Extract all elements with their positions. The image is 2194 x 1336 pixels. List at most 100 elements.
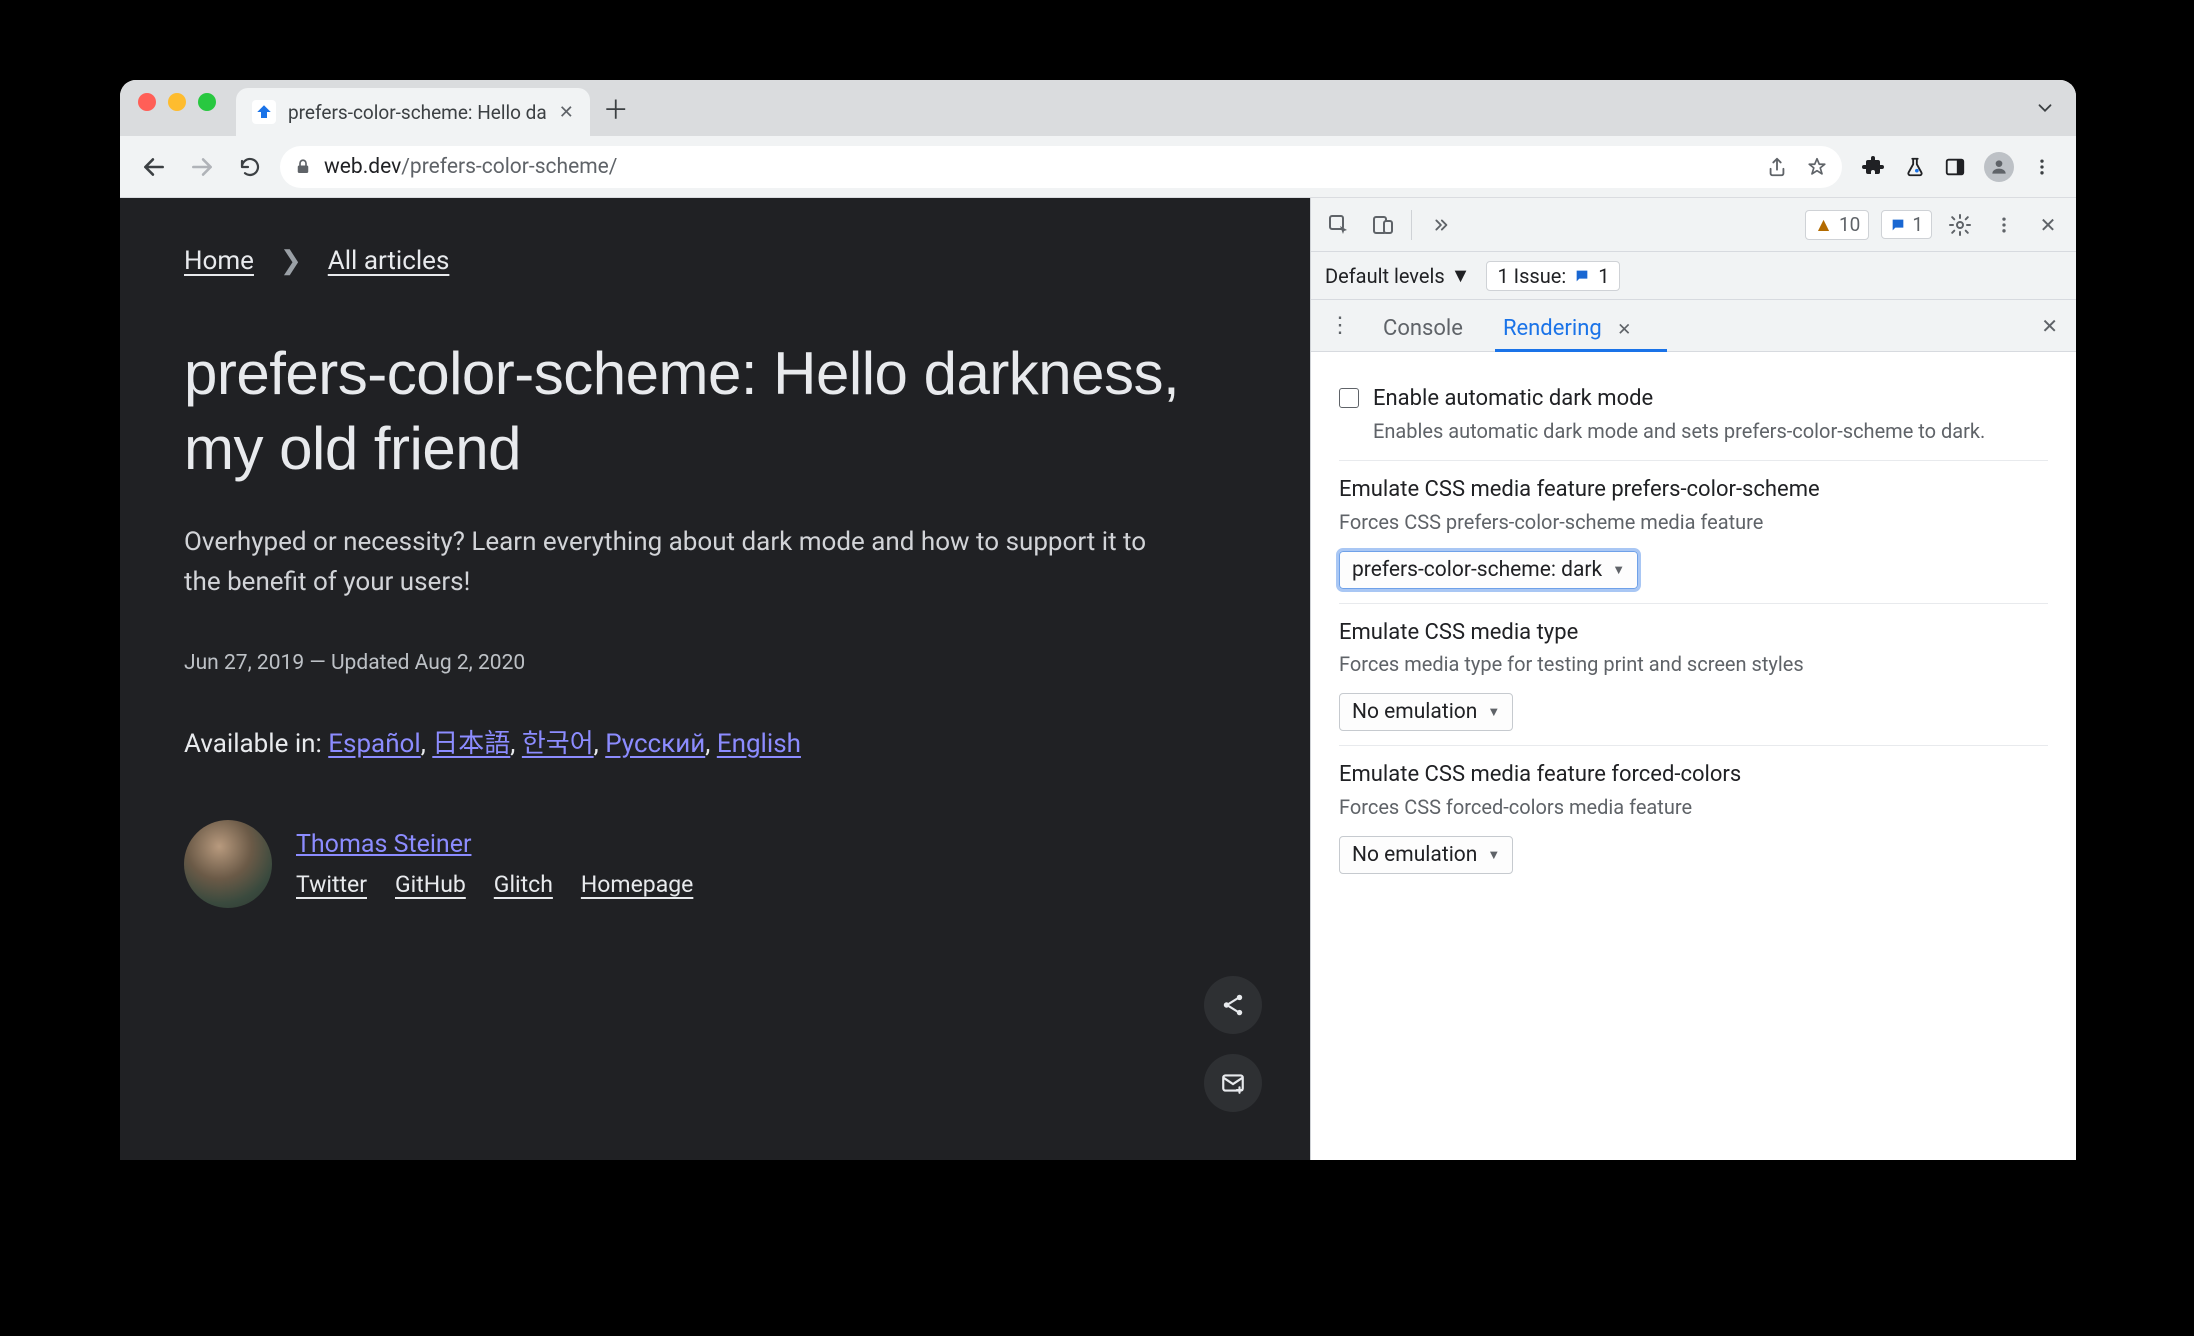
media-type-title: Emulate CSS media type (1339, 618, 2048, 649)
tab-title: prefers-color-scheme: Hello da (288, 101, 547, 124)
forced-colors-select[interactable]: No emulation ▼ (1339, 836, 1513, 874)
chevron-right-icon: ❯ (280, 246, 302, 276)
inspect-element-icon[interactable] (1323, 209, 1355, 241)
more-tabs-icon[interactable] (1424, 209, 1456, 241)
option-prefers-color-scheme: Emulate CSS media feature prefers-color-… (1339, 461, 2048, 604)
lock-icon (294, 158, 312, 176)
option-auto-dark: Enable automatic dark mode Enables autom… (1339, 370, 2048, 461)
floating-actions (1204, 976, 1262, 1112)
tabs-dropdown-button[interactable] (2034, 97, 2076, 119)
titlebar: prefers-color-scheme: Hello da ✕ ＋ (120, 80, 2076, 136)
subscribe-fab[interactable] (1204, 1054, 1262, 1112)
bookmark-star-icon[interactable] (1806, 156, 1828, 178)
drawer-more-icon[interactable]: ⋮ (1321, 313, 1359, 338)
caret-down-icon: ▼ (1612, 562, 1625, 578)
issues-count: 1 (1598, 264, 1609, 288)
breadcrumb-all-articles[interactable]: All articles (328, 246, 450, 276)
breadcrumb-home[interactable]: Home (184, 246, 254, 276)
drawer-tab-rendering-label: Rendering (1503, 316, 1602, 341)
forced-colors-title: Emulate CSS media feature forced-colors (1339, 760, 2048, 791)
lang-link-ru[interactable]: Русский (605, 729, 705, 759)
author-link-twitter[interactable]: Twitter (296, 871, 367, 898)
pcs-select[interactable]: prefers-color-scheme: dark ▼ (1339, 551, 1638, 589)
log-levels-dropdown[interactable]: Default levels ▼ (1325, 263, 1470, 288)
profile-avatar-icon[interactable] (1984, 152, 2014, 182)
author-photo (184, 820, 272, 908)
maximize-window-button[interactable] (198, 93, 216, 111)
new-tab-button[interactable]: ＋ (598, 90, 634, 127)
media-type-select[interactable]: No emulation ▼ (1339, 693, 1513, 731)
auto-dark-desc: Enables automatic dark mode and sets pre… (1373, 417, 1985, 446)
pcs-title: Emulate CSS media feature prefers-color-… (1339, 475, 2048, 506)
browser-menu-icon[interactable] (2032, 157, 2052, 177)
devtools-close-icon[interactable]: ✕ (2032, 209, 2064, 241)
close-window-button[interactable] (138, 93, 156, 111)
media-type-select-value: No emulation (1352, 700, 1477, 724)
issues-label: 1 Issue: (1497, 264, 1566, 288)
devtools-panel: ▲ 10 1 ✕ Default l (1310, 198, 2076, 1160)
drawer-tabs: ⋮ Console Rendering ✕ ✕ (1311, 300, 2076, 352)
author-link-glitch[interactable]: Glitch (494, 871, 553, 898)
tab-close-button[interactable]: ✕ (559, 102, 574, 123)
labs-flask-icon[interactable] (1904, 156, 1926, 178)
favicon-icon (252, 100, 276, 124)
option-media-type: Emulate CSS media type Forces media type… (1339, 604, 2048, 747)
available-label: Available in: (184, 729, 328, 759)
lang-link-en[interactable]: English (717, 729, 801, 759)
info-badge[interactable]: 1 (1881, 210, 1932, 239)
browser-window: prefers-color-scheme: Hello da ✕ ＋ web.d… (120, 80, 2076, 1160)
author-name-link[interactable]: Thomas Steiner (296, 830, 693, 859)
url-host: web.dev (324, 155, 401, 179)
browser-tab[interactable]: prefers-color-scheme: Hello da ✕ (236, 88, 590, 136)
drawer-close-icon[interactable]: ✕ (2033, 314, 2066, 338)
forward-button[interactable] (184, 149, 220, 185)
settings-gear-icon[interactable] (1944, 209, 1976, 241)
auto-dark-checkbox[interactable] (1339, 388, 1359, 408)
back-button[interactable] (136, 149, 172, 185)
omnibox-actions (1766, 156, 1828, 178)
lang-link-es[interactable]: Español (328, 729, 420, 759)
drawer-tab-console[interactable]: Console (1367, 306, 1479, 351)
drawer-tab-close-icon[interactable]: ✕ (1617, 320, 1631, 340)
page-date: Jun 27, 2019 — Updated Aug 2, 2020 (184, 651, 1246, 675)
lang-link-ko[interactable]: 한국어 (522, 729, 594, 759)
devtools-topbar: ▲ 10 1 ✕ (1311, 198, 2076, 252)
issues-button[interactable]: 1 Issue: 1 (1486, 261, 1620, 291)
option-forced-colors: Emulate CSS media feature forced-colors … (1339, 746, 2048, 888)
devtools-menu-icon[interactable] (1988, 209, 2020, 241)
share-fab[interactable] (1204, 976, 1262, 1034)
side-panel-icon[interactable] (1944, 156, 1966, 178)
info-icon (1890, 217, 1906, 233)
drawer-tab-rendering[interactable]: Rendering ✕ (1487, 306, 1647, 351)
caret-down-icon: ▼ (1451, 263, 1471, 288)
caret-down-icon: ▼ (1487, 704, 1500, 720)
minimize-window-button[interactable] (168, 93, 186, 111)
lang-link-ja[interactable]: 日本語 (432, 729, 510, 759)
address-bar[interactable]: web.dev/prefers-color-scheme/ (280, 146, 1842, 188)
url-path: /prefers-color-scheme/ (401, 155, 617, 179)
warning-icon: ▲ (1814, 213, 1833, 237)
toolbar: web.dev/prefers-color-scheme/ (120, 136, 2076, 198)
window-controls (138, 80, 236, 136)
available-in: Available in: Español, 日本語, 한국어, Русский… (184, 723, 1246, 760)
share-icon[interactable] (1766, 156, 1788, 178)
extensions-puzzle-icon[interactable] (1862, 155, 1886, 179)
warnings-badge[interactable]: ▲ 10 (1805, 210, 1869, 240)
extension-icons (1854, 152, 2060, 182)
breadcrumb: Home ❯ All articles (184, 246, 1246, 276)
webpage: Home ❯ All articles prefers-color-scheme… (120, 198, 1310, 1160)
log-levels-label: Default levels (1325, 264, 1445, 288)
author-link-github[interactable]: GitHub (395, 871, 466, 898)
reload-button[interactable] (232, 149, 268, 185)
devtools-subbar: Default levels ▼ 1 Issue: 1 (1311, 252, 2076, 300)
content-area: Home ❯ All articles prefers-color-scheme… (120, 198, 2076, 1160)
author-links: Twitter GitHub Glitch Homepage (296, 871, 693, 898)
forced-colors-desc: Forces CSS forced-colors media feature (1339, 793, 2048, 822)
media-type-desc: Forces media type for testing print and … (1339, 650, 2048, 679)
forced-colors-select-value: No emulation (1352, 843, 1477, 867)
caret-down-icon: ▼ (1487, 847, 1500, 863)
pcs-desc: Forces CSS prefers-color-scheme media fe… (1339, 508, 2048, 537)
author-link-homepage[interactable]: Homepage (581, 871, 693, 898)
device-toolbar-icon[interactable] (1367, 209, 1399, 241)
page-subtitle: Overhyped or necessity? Learn everything… (184, 522, 1184, 603)
